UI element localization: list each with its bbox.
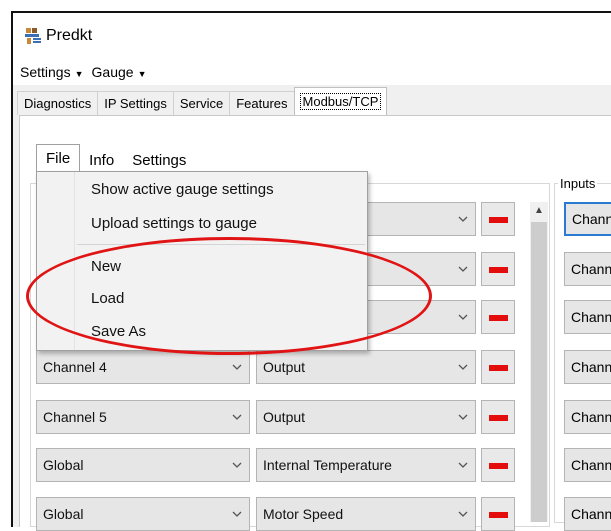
menu-gauge[interactable]: Gauge ▼ bbox=[88, 64, 151, 80]
input-channel-value: Chann bbox=[572, 211, 611, 227]
menu-item-save-as[interactable]: Save As bbox=[91, 323, 146, 340]
subtab-label: Settings bbox=[132, 151, 187, 169]
tab-label: Features bbox=[236, 96, 288, 111]
tab-service[interactable]: Service bbox=[172, 91, 231, 115]
input-channel-value: Chann bbox=[571, 309, 611, 325]
input-channel-select[interactable]: Chann bbox=[564, 202, 611, 236]
minus-icon bbox=[489, 415, 508, 421]
menu-item-show-active-gauge-settings[interactable]: Show active gauge settings bbox=[91, 181, 274, 198]
chevron-down-icon bbox=[458, 314, 468, 320]
channel-select[interactable]: Global bbox=[36, 448, 250, 482]
menu-item-upload-settings-to-gauge[interactable]: Upload settings to gauge bbox=[91, 215, 257, 232]
sub-tabs: File Info Settings bbox=[36, 144, 195, 172]
mode-value: Output bbox=[263, 359, 306, 375]
input-channel-select[interactable]: Chann bbox=[564, 350, 611, 384]
window-title: Predkt bbox=[46, 27, 93, 44]
minus-icon bbox=[489, 267, 508, 273]
scroll-up-arrow-icon[interactable]: ▲ bbox=[530, 202, 548, 220]
menu-gauge-label: Gauge bbox=[91, 64, 134, 80]
minus-icon bbox=[489, 217, 508, 223]
tab-label: Modbus/TCP bbox=[299, 93, 382, 110]
title-bar: Predkt bbox=[13, 13, 611, 59]
input-channel-value: Chann bbox=[571, 261, 611, 277]
main-tabs: Diagnostics IP Settings Service Features… bbox=[13, 87, 611, 115]
mode-value: Output bbox=[263, 409, 306, 425]
channel-value: Channel 4 bbox=[43, 359, 107, 375]
mode-select[interactable]: Output bbox=[256, 400, 476, 434]
channel-value: Global bbox=[43, 457, 84, 473]
input-channel-value: Chann bbox=[571, 359, 611, 375]
subtab-settings[interactable]: Settings bbox=[123, 148, 195, 172]
remove-row-button[interactable] bbox=[481, 497, 515, 531]
menu-settings[interactable]: Settings ▼ bbox=[16, 64, 88, 80]
tab-label: Service bbox=[179, 96, 224, 111]
minus-icon bbox=[489, 365, 508, 371]
channel-select[interactable]: Channel 5 bbox=[36, 400, 250, 434]
mode-select[interactable]: Internal Temperature bbox=[256, 448, 476, 482]
subtab-label: File bbox=[46, 150, 71, 167]
channel-value: Global bbox=[43, 506, 84, 522]
tab-features[interactable]: Features bbox=[229, 91, 295, 115]
input-channel-select[interactable]: Chann bbox=[564, 400, 611, 434]
tab-modbus-tcp[interactable]: Modbus/TCP bbox=[293, 87, 388, 115]
tab-ip-settings[interactable]: IP Settings bbox=[97, 91, 174, 115]
scroll-thumb[interactable] bbox=[531, 222, 547, 522]
menu-bar: Settings ▼ Gauge ▼ bbox=[13, 59, 611, 85]
chevron-down-icon bbox=[232, 462, 242, 468]
app-logo-icon bbox=[23, 26, 43, 46]
chevron-down-icon bbox=[232, 511, 242, 517]
input-channel-value: Chann bbox=[571, 457, 611, 473]
mode-value: Motor Speed bbox=[263, 506, 344, 522]
minus-icon bbox=[489, 315, 508, 321]
chevron-down-icon bbox=[232, 414, 242, 420]
menu-item-new[interactable]: New bbox=[91, 258, 121, 275]
menu-icon-gutter bbox=[37, 172, 75, 350]
chevron-down-icon bbox=[232, 364, 242, 370]
chevron-down-icon bbox=[458, 216, 468, 222]
tab-label: Diagnostics bbox=[24, 96, 92, 111]
remove-row-button[interactable] bbox=[481, 202, 515, 236]
mode-select[interactable]: Output bbox=[256, 350, 476, 384]
chevron-down-icon bbox=[458, 511, 468, 517]
input-channel-select[interactable]: Chann bbox=[564, 252, 611, 286]
tab-diagnostics[interactable]: Diagnostics bbox=[17, 91, 99, 115]
input-channel-value: Chann bbox=[571, 409, 611, 425]
minus-icon bbox=[489, 463, 508, 469]
subtab-label: Info bbox=[89, 151, 115, 169]
chevron-down-icon: ▼ bbox=[74, 69, 84, 79]
tab-label: IP Settings bbox=[104, 96, 167, 111]
input-channel-select[interactable]: Chann bbox=[564, 300, 611, 334]
chevron-down-icon bbox=[458, 414, 468, 420]
channel-select[interactable]: Global bbox=[36, 497, 250, 531]
remove-row-button[interactable] bbox=[481, 300, 515, 334]
chevron-down-icon bbox=[458, 266, 468, 272]
mode-value: Internal Temperature bbox=[263, 457, 392, 473]
remove-row-button[interactable] bbox=[481, 252, 515, 286]
menu-item-load[interactable]: Load bbox=[91, 290, 124, 307]
chevron-down-icon: ▼ bbox=[137, 69, 147, 79]
menu-separator bbox=[77, 244, 365, 245]
channel-select[interactable]: Channel 4 bbox=[36, 350, 250, 384]
input-channel-value: Chann bbox=[571, 506, 611, 522]
subtab-file[interactable]: File bbox=[36, 144, 81, 172]
file-menu-dropdown: Show active gauge settings Upload settin… bbox=[36, 171, 368, 351]
chevron-down-icon bbox=[458, 364, 468, 370]
menu-settings-label: Settings bbox=[20, 64, 71, 80]
chevron-down-icon bbox=[458, 462, 468, 468]
remove-row-button[interactable] bbox=[481, 350, 515, 384]
remove-row-button[interactable] bbox=[481, 400, 515, 434]
channel-value: Channel 5 bbox=[43, 409, 107, 425]
remove-row-button[interactable] bbox=[481, 448, 515, 482]
input-channel-select[interactable]: Chann bbox=[564, 448, 611, 482]
minus-icon bbox=[489, 512, 508, 518]
subtab-info[interactable]: Info bbox=[80, 148, 123, 172]
input-channel-select[interactable]: Chann bbox=[564, 497, 611, 531]
mode-select[interactable]: Motor Speed bbox=[256, 497, 476, 531]
inputs-group-label: Inputs bbox=[558, 176, 598, 191]
vertical-scrollbar[interactable]: ▲ bbox=[530, 202, 548, 522]
